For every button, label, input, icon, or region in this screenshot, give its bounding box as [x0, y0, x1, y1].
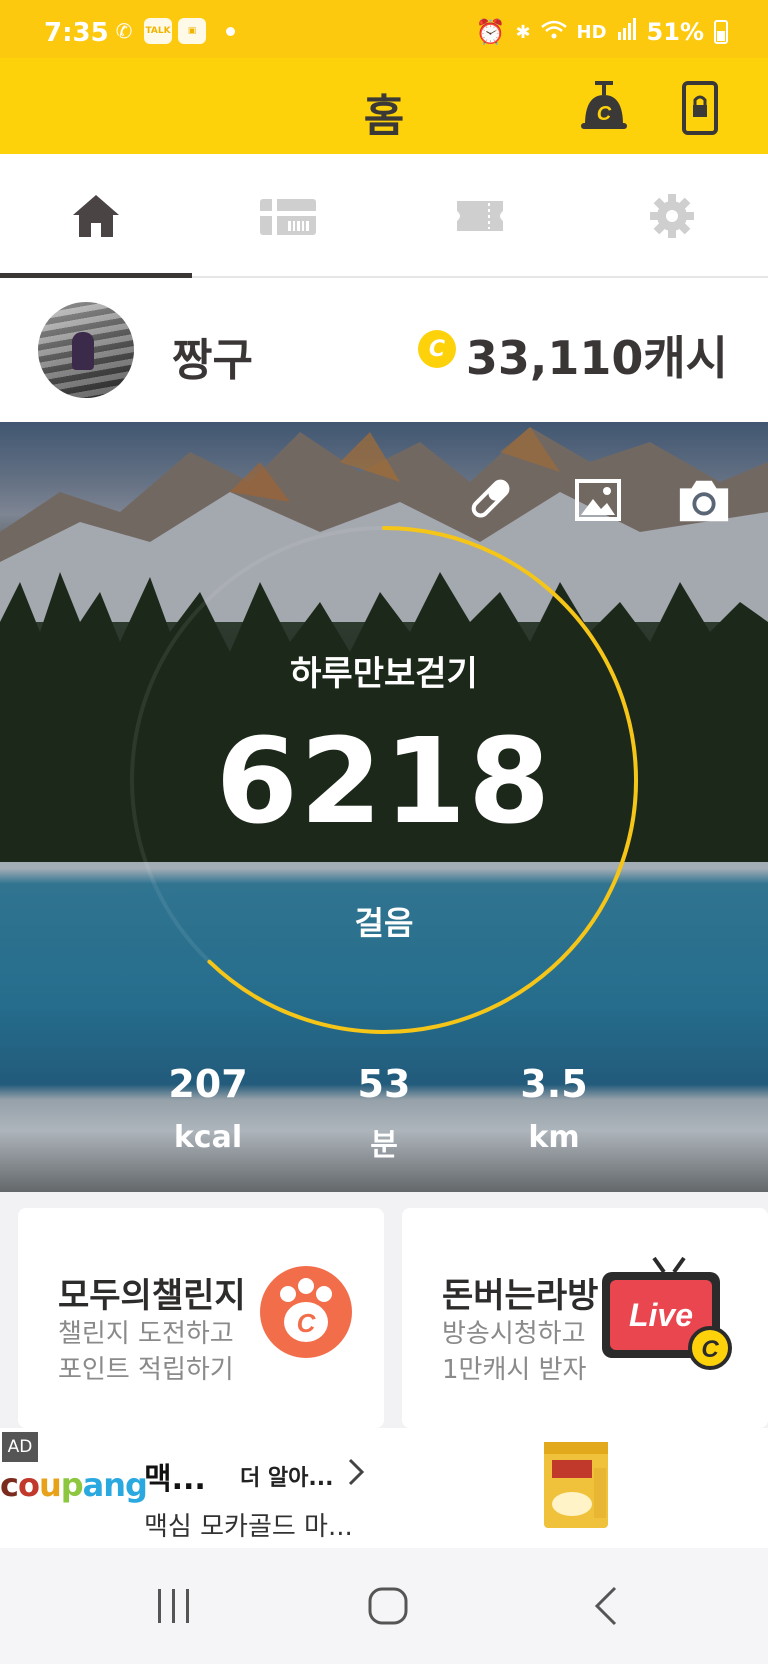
calories-unit: kcal [173, 1120, 243, 1155]
tab-settings[interactable] [576, 154, 768, 278]
kakao-story-icon: ▣ [178, 18, 206, 44]
calories-value: 207 [168, 1062, 248, 1106]
bluetooth-icon: ✱ [515, 21, 531, 43]
alarm-clock-icon: C [581, 81, 627, 129]
page-title: 홈 [363, 91, 405, 142]
distance-stat: 3.5 km [484, 1062, 624, 1155]
coin-icon: C [418, 330, 456, 368]
distance-unit: km [528, 1120, 580, 1155]
coupang-logo: coupang [0, 1466, 148, 1504]
lock-screen-button[interactable] [670, 78, 730, 138]
status-time: 7:35 [44, 18, 109, 48]
app-header: 홈 C [0, 58, 768, 154]
minutes-stat: 53 분 [314, 1062, 454, 1164]
home-nav-button[interactable] [358, 1578, 418, 1634]
challenge-card-title: 모두의챌린지 [58, 1276, 246, 1316]
calories-stat: 207 kcal [138, 1062, 278, 1155]
gear-icon [650, 194, 694, 238]
battery-percent: 51% [646, 18, 704, 46]
alarm-icon: ⏰ [475, 18, 506, 46]
ad-headline: 맥... [144, 1462, 206, 1497]
paw-coin-icon: C [260, 1266, 352, 1358]
hd-voice-icon: HD [576, 21, 607, 43]
back-button[interactable] [576, 1578, 636, 1634]
live-card[interactable]: 돈버는라방 방송시청하고 1만캐시 받자 Live C [402, 1208, 768, 1428]
gift-card-icon [260, 199, 316, 235]
ad-tag: AD [2, 1432, 38, 1462]
step-counter-panel: 하루만보걷기 6218 걸음 207 kcal 53 분 3.5 km [0, 422, 768, 1192]
minutes-unit: 분 [370, 1128, 398, 1163]
kakaotalk-icon: TALK [144, 18, 172, 44]
live-badge: Live [629, 1297, 693, 1333]
tab-gift[interactable] [192, 154, 384, 278]
chevron-right-icon[interactable] [346, 1456, 366, 1488]
live-tv-icon: Live C [598, 1254, 738, 1372]
status-bar: 7:35 ✆ TALK ▣ ⏰ ✱ HD 51% [0, 0, 768, 58]
ad-learn-more[interactable]: 더 알아... [240, 1460, 333, 1492]
distance-value: 3.5 [520, 1062, 588, 1106]
ad-description: 맥심 모카골드 마... [144, 1512, 353, 1542]
live-card-title: 돈버는라방 [442, 1276, 599, 1316]
ad-banner[interactable]: AD coupang 맥... 더 알아... 맥심 모카골드 마... [0, 1428, 768, 1548]
signal-icon [617, 18, 637, 46]
minutes-value: 53 [357, 1062, 411, 1106]
challenge-card-line2: 포인트 적립하기 [58, 1355, 234, 1385]
step-unit: 걸음 [354, 904, 414, 942]
challenge-title: 하루만보걷기 [290, 654, 478, 694]
profile-row[interactable]: 짱구 C 33,110캐시 [0, 278, 768, 422]
back-icon [594, 1586, 617, 1626]
svg-text:C: C [701, 1336, 719, 1363]
challenge-card-subtitle: 챌린지 도전하고 포인트 적립하기 [58, 1316, 234, 1388]
recents-button[interactable] [144, 1578, 204, 1634]
wifi-icon [540, 20, 567, 45]
phone-lock-icon [682, 81, 718, 135]
ticket-icon [457, 201, 503, 231]
phone-alert-icon: ✆ [115, 19, 133, 43]
live-card-line2: 1만캐시 받자 [442, 1355, 587, 1385]
product-image [544, 1442, 608, 1528]
challenge-card[interactable]: 모두의챌린지 챌린지 도전하고 포인트 적립하기 C [18, 1208, 384, 1428]
battery-icon [714, 20, 728, 44]
notification-dot [226, 26, 235, 36]
alarm-clock-button[interactable]: C [574, 78, 634, 138]
live-card-line1: 방송시청하고 [442, 1319, 586, 1349]
avatar[interactable] [38, 302, 134, 398]
tab-home[interactable] [0, 154, 192, 278]
recents-icon [158, 1589, 189, 1623]
svg-text:C: C [297, 1308, 317, 1338]
challenge-card-line1: 챌린지 도전하고 [58, 1319, 234, 1349]
step-count: 6218 [215, 712, 553, 850]
tab-bar [0, 154, 768, 278]
live-card-subtitle: 방송시청하고 1만캐시 받자 [442, 1316, 586, 1388]
tab-ticket[interactable] [384, 154, 576, 278]
svg-text:C: C [597, 103, 612, 125]
home-icon [73, 195, 119, 237]
home-circle-icon [368, 1587, 408, 1625]
system-nav-bar [0, 1548, 768, 1664]
username: 짱구 [172, 335, 253, 386]
cash-balance[interactable]: 33,110캐시 [466, 322, 728, 388]
